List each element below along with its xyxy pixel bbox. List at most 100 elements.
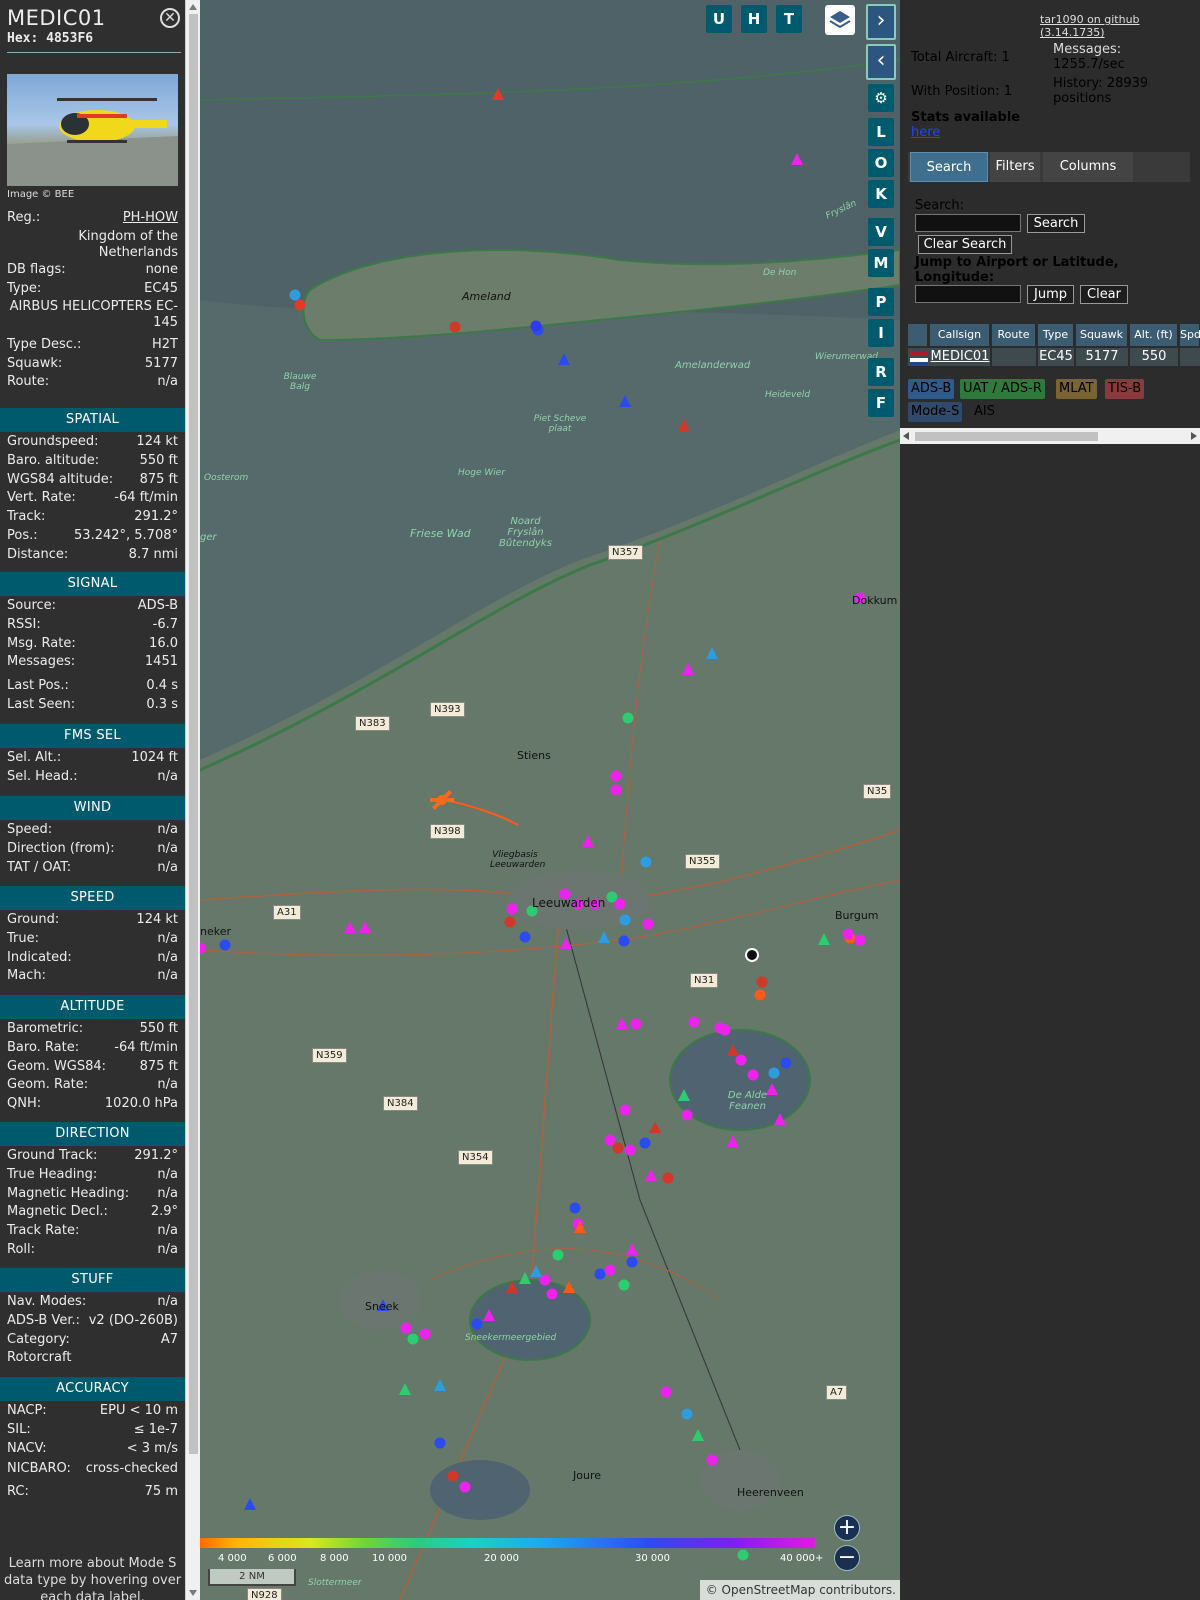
- aircraft-marker[interactable]: [459, 1481, 471, 1493]
- map-button-l[interactable]: L: [868, 118, 894, 146]
- zoom-out-button[interactable]: −: [834, 1545, 860, 1571]
- table-header-callsign[interactable]: Callsign: [930, 324, 990, 346]
- aircraft-marker[interactable]: [569, 1202, 581, 1214]
- aircraft-photo[interactable]: [7, 74, 178, 186]
- map-button-f[interactable]: F: [868, 389, 894, 417]
- map-button-o[interactable]: O: [868, 149, 894, 177]
- aircraft-marker[interactable]: [519, 931, 531, 943]
- aircraft-marker[interactable]: [660, 1386, 672, 1398]
- aircraft-marker[interactable]: [735, 1054, 747, 1066]
- aircraft-marker[interactable]: [756, 976, 768, 988]
- tab-filters[interactable]: Filters: [990, 152, 1040, 182]
- table-header-type[interactable]: Type: [1038, 324, 1074, 346]
- map-attribution[interactable]: © OpenStreetMap contributors.: [700, 1580, 900, 1600]
- aircraft-marker[interactable]: [471, 1318, 483, 1330]
- aircraft-marker[interactable]: [294, 299, 306, 311]
- scroll-down-icon[interactable]: [189, 1590, 197, 1596]
- aircraft-marker[interactable]: [619, 914, 631, 926]
- aircraft-marker[interactable]: [594, 1268, 606, 1280]
- close-icon[interactable]: ✕: [160, 8, 180, 28]
- aircraft-marker[interactable]: [610, 784, 622, 796]
- tab-columns[interactable]: Columns: [1043, 152, 1133, 182]
- general-row-value[interactable]: PH-HOW: [123, 210, 178, 225]
- aircraft-marker[interactable]: [407, 1333, 419, 1345]
- aircraft-marker[interactable]: [662, 1172, 674, 1184]
- aircraft-marker[interactable]: [610, 770, 622, 782]
- aircraft-marker[interactable]: [639, 1137, 651, 1149]
- aircraft-marker[interactable]: [604, 1264, 616, 1276]
- scroll-thumb[interactable]: [189, 14, 198, 1454]
- aircraft-marker[interactable]: [419, 1328, 431, 1340]
- aircraft-marker[interactable]: [681, 1109, 693, 1121]
- version-link[interactable]: tar1090 on github (3.14.1735): [1040, 13, 1200, 39]
- table-header-route[interactable]: Route: [992, 324, 1036, 346]
- aircraft-marker[interactable]: [747, 1069, 759, 1081]
- table-header-squawk[interactable]: Squawk: [1076, 324, 1128, 346]
- aircraft-marker[interactable]: [619, 1104, 631, 1116]
- map-canvas[interactable]: [200, 0, 900, 1600]
- aircraft-marker[interactable]: [552, 1249, 564, 1261]
- map-button-h[interactable]: H: [741, 5, 767, 33]
- map-button-t[interactable]: T: [776, 5, 802, 33]
- aircraft-marker[interactable]: [289, 289, 301, 301]
- table-horizontal-scrollbar[interactable]: [900, 428, 1200, 444]
- map-button-k[interactable]: K: [868, 180, 894, 208]
- scroll-thumb[interactable]: [915, 432, 1098, 441]
- aircraft-marker[interactable]: [754, 989, 766, 1001]
- clear-search-button[interactable]: Clear Search: [918, 235, 1012, 254]
- expand-sidebar-button[interactable]: ›: [866, 4, 896, 40]
- map-button-r[interactable]: R: [868, 358, 894, 386]
- info-scrollbar[interactable]: [185, 0, 200, 1600]
- aircraft-marker[interactable]: [640, 856, 652, 868]
- aircraft-marker[interactable]: [618, 935, 630, 947]
- aircraft-marker[interactable]: [626, 1256, 638, 1268]
- aircraft-marker[interactable]: [706, 1454, 718, 1466]
- aircraft-marker[interactable]: [681, 1408, 693, 1420]
- layers-button[interactable]: [825, 5, 855, 35]
- aircraft-marker[interactable]: [719, 1024, 731, 1036]
- aircraft-marker[interactable]: [612, 1142, 624, 1154]
- aircraft-marker[interactable]: [400, 1322, 412, 1334]
- zoom-in-button[interactable]: +: [834, 1515, 860, 1541]
- aircraft-marker[interactable]: [546, 1288, 558, 1300]
- aircraft-marker[interactable]: [447, 1470, 459, 1482]
- aircraft-marker[interactable]: [624, 1144, 636, 1156]
- tab-search[interactable]: Search: [910, 152, 988, 182]
- map-button-u[interactable]: U: [706, 5, 732, 33]
- scroll-right-icon[interactable]: [1191, 432, 1197, 440]
- map-view[interactable]: Ameland Amelanderwad Heideveld Wierumerw…: [200, 0, 900, 1600]
- aircraft-marker[interactable]: [530, 320, 542, 332]
- aircraft-marker[interactable]: [854, 934, 866, 946]
- map-button-i[interactable]: I: [868, 319, 894, 347]
- aircraft-marker[interactable]: [630, 1018, 642, 1030]
- aircraft-marker[interactable]: [768, 1067, 780, 1079]
- jump-button[interactable]: Jump: [1027, 285, 1074, 304]
- aircraft-marker[interactable]: [622, 712, 634, 724]
- aircraft-marker[interactable]: [642, 918, 654, 930]
- aircraft-marker[interactable]: [618, 1279, 630, 1291]
- map-button-p[interactable]: P: [868, 288, 894, 316]
- table-header-spd[interactable]: Spd: [1180, 324, 1200, 346]
- aircraft-marker[interactable]: [780, 1057, 792, 1069]
- map-button-v[interactable]: V: [868, 218, 894, 246]
- table-header-alt[interactable]: Alt. (ft): [1130, 324, 1178, 346]
- aircraft-marker[interactable]: [604, 1134, 616, 1146]
- aircraft-marker[interactable]: [614, 898, 626, 910]
- aircraft-marker[interactable]: [688, 1016, 700, 1028]
- clear-button[interactable]: Clear: [1080, 285, 1128, 304]
- aircraft-marker[interactable]: [842, 928, 854, 940]
- scroll-left-icon[interactable]: [903, 432, 909, 440]
- settings-gear-icon[interactable]: ⚙: [868, 84, 894, 112]
- jump-input[interactable]: [915, 285, 1021, 303]
- aircraft-marker[interactable]: [737, 1549, 749, 1561]
- aircraft-marker[interactable]: [449, 321, 461, 333]
- search-input[interactable]: [915, 214, 1021, 232]
- row-callsign[interactable]: MEDIC01: [930, 348, 990, 366]
- collapse-sidebar-button[interactable]: ‹: [866, 44, 896, 80]
- aircraft-marker[interactable]: [219, 939, 231, 951]
- scroll-up-icon[interactable]: [189, 4, 197, 10]
- aircraft-marker[interactable]: [506, 903, 518, 915]
- stats-link[interactable]: here: [911, 125, 940, 140]
- search-button[interactable]: Search: [1027, 214, 1085, 233]
- aircraft-marker[interactable]: [434, 1437, 446, 1449]
